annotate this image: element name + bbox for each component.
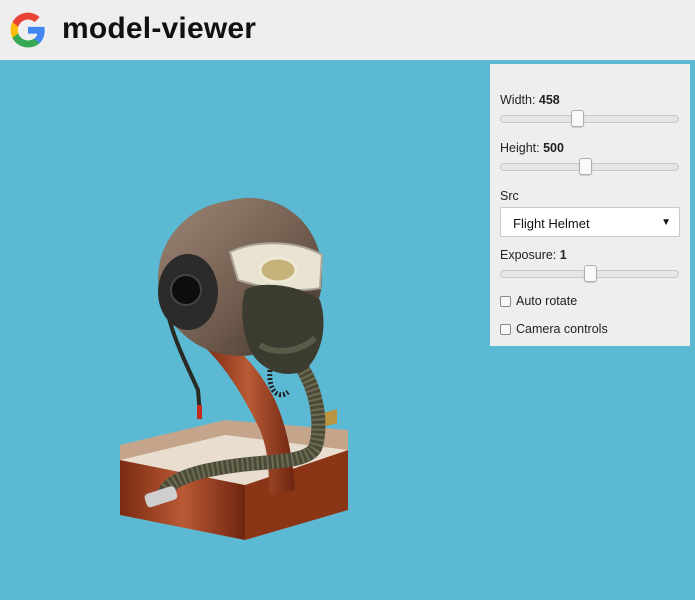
controls-panel: Width: 458 Height: 500 Src Flight Helmet… — [490, 64, 690, 346]
height-slider[interactable] — [500, 158, 679, 175]
height-slider-thumb[interactable] — [579, 158, 592, 175]
exposure-slider[interactable] — [500, 265, 679, 282]
app-title: model-viewer — [62, 12, 257, 45]
width-slider[interactable] — [500, 110, 679, 127]
src-selected-value: Flight Helmet — [513, 216, 590, 231]
app-header: model-viewer — [0, 0, 695, 60]
height-value: 500 — [543, 141, 564, 155]
flight-helmet-model[interactable] — [110, 130, 380, 600]
exposure-value: 1 — [559, 248, 567, 262]
exposure-slider-thumb[interactable] — [584, 265, 597, 282]
camera-controls-label: Camera controls — [516, 322, 608, 336]
camera-controls-option[interactable]: Camera controls — [500, 322, 608, 336]
dropdown-arrow-icon: ▼ — [661, 217, 671, 228]
width-slider-thumb[interactable] — [571, 110, 584, 127]
auto-rotate-option[interactable]: Auto rotate — [500, 294, 577, 308]
exposure-label: Exposure: 1 — [500, 248, 567, 262]
auto-rotate-label: Auto rotate — [516, 294, 578, 308]
src-select[interactable]: Flight Helmet ▼ — [500, 207, 680, 237]
google-logo-icon — [10, 12, 45, 48]
width-value: 458 — [538, 93, 560, 107]
height-label: Height: 500 — [500, 141, 564, 155]
auto-rotate-checkbox[interactable] — [500, 295, 511, 307]
camera-controls-checkbox[interactable] — [500, 323, 511, 335]
src-label: Src — [500, 189, 519, 203]
width-label: Width: 458 — [500, 93, 560, 107]
